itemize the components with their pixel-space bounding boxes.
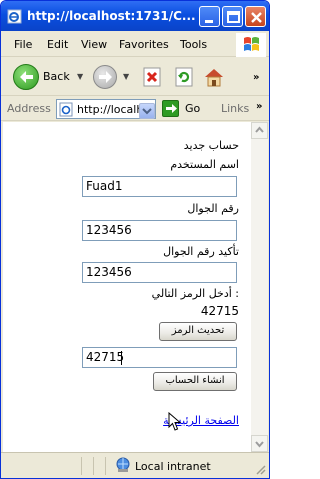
status-bar: Local intranet	[1, 452, 269, 478]
mouse-cursor-icon	[168, 412, 182, 431]
close-icon	[251, 12, 262, 23]
window-title: http://localhost:1731/C...	[27, 9, 196, 23]
username-label: اسم المستخدم	[170, 158, 239, 171]
form-heading: حساب جديد	[183, 139, 239, 152]
menu-file[interactable]: File	[14, 38, 32, 51]
minimize-icon	[205, 20, 213, 23]
username-input[interactable]: Fuad1	[82, 176, 237, 197]
chevron-up-icon	[255, 126, 264, 133]
address-dropdown-button[interactable]	[139, 103, 155, 119]
resize-grip-icon[interactable]	[254, 463, 266, 475]
chevron-down-icon	[142, 108, 152, 115]
text-caret	[121, 351, 122, 365]
captcha-label: : أدخل الرمز التالي	[151, 287, 239, 300]
close-button[interactable]	[245, 6, 266, 27]
scroll-up-button[interactable]	[251, 122, 268, 139]
address-input[interactable]: http://localho	[56, 99, 156, 119]
go-label[interactable]: Go	[185, 102, 200, 115]
toolbar-overflow-icon[interactable]: »	[253, 72, 259, 83]
mobile-input[interactable]: 123456	[82, 220, 237, 241]
links-overflow-icon[interactable]: »	[256, 101, 262, 112]
go-arrow-icon	[166, 104, 177, 113]
mobile-confirm-input[interactable]: 123456	[82, 262, 237, 283]
refresh-code-button[interactable]: تحديث الرمز	[159, 322, 237, 341]
menu-view[interactable]: View	[81, 38, 107, 51]
stop-icon[interactable]	[141, 66, 163, 88]
navigation-toolbar: Back ▼ ▼ »	[1, 58, 269, 96]
browser-window: http://localhost:1731/C... File Edit Vie…	[0, 0, 270, 479]
forward-arrow-icon	[99, 71, 112, 83]
mobile-confirm-label: تأكيد رقم الجوال	[163, 245, 239, 258]
back-dropdown-icon[interactable]: ▼	[77, 72, 83, 81]
address-url: http://localho	[77, 103, 141, 116]
mobile-label: رقم الجوال	[187, 202, 239, 215]
scroll-down-button[interactable]	[251, 435, 268, 452]
maximize-icon	[227, 11, 240, 23]
go-button[interactable]	[162, 100, 179, 117]
create-account-button[interactable]: انشاء الحساب	[153, 372, 237, 391]
menu-bar: File Edit View Favorites Tools	[1, 31, 269, 57]
captcha-input[interactable]: 42715	[82, 347, 237, 368]
windows-logo-icon	[236, 33, 266, 57]
chevron-down-icon	[255, 441, 264, 448]
minimize-button[interactable]	[199, 6, 220, 27]
menu-favorites[interactable]: Favorites	[119, 38, 169, 51]
captcha-code: 42715	[200, 304, 239, 318]
local-intranet-icon	[116, 457, 130, 472]
menu-edit[interactable]: Edit	[47, 38, 68, 51]
status-divider	[81, 457, 82, 475]
vertical-scrollbar[interactable]	[251, 122, 268, 452]
address-bar: Address http://localho Go Links »	[1, 97, 269, 121]
back-arrow-icon	[20, 71, 33, 83]
back-label[interactable]: Back	[43, 70, 70, 83]
links-label[interactable]: Links	[221, 102, 249, 115]
status-divider	[105, 457, 106, 475]
back-button[interactable]	[13, 64, 39, 90]
home-icon[interactable]	[203, 66, 225, 88]
security-zone-text: Local intranet	[135, 460, 211, 473]
title-bar[interactable]: http://localhost:1731/C...	[1, 1, 269, 31]
forward-dropdown-icon[interactable]: ▼	[123, 72, 129, 81]
menu-tools[interactable]: Tools	[180, 38, 207, 51]
page-icon	[59, 102, 73, 117]
maximize-button[interactable]	[222, 6, 243, 27]
page-content: حساب جديد اسم المستخدم Fuad1 رقم الجوال …	[3, 122, 251, 452]
forward-button[interactable]	[93, 65, 117, 89]
refresh-icon[interactable]	[173, 66, 195, 88]
ie-page-icon	[7, 9, 22, 24]
address-label: Address	[7, 102, 51, 115]
status-divider	[93, 457, 94, 475]
